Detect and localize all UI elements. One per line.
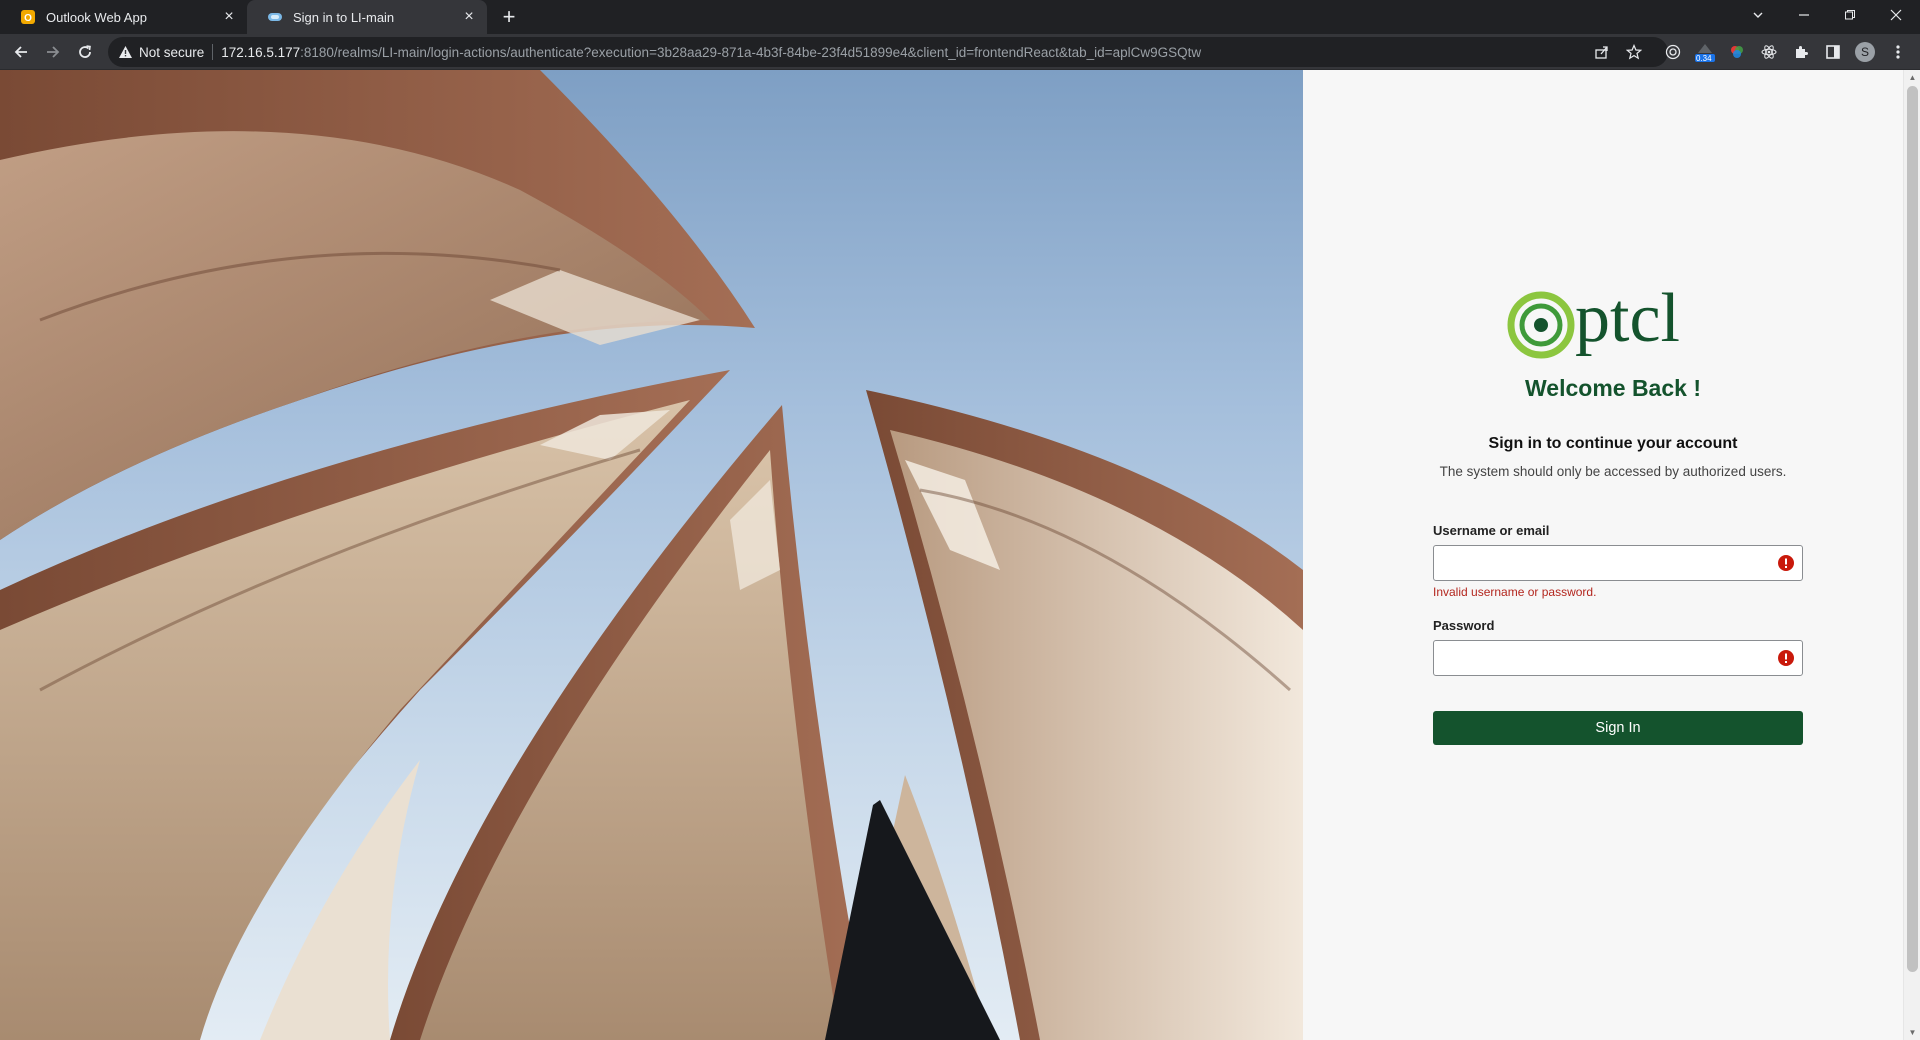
reload-button[interactable] — [73, 40, 97, 64]
outlook-icon: O — [21, 10, 35, 24]
react-devtools-icon[interactable] — [1757, 40, 1781, 64]
page-scrollbar[interactable]: ▲ ▼ — [1903, 70, 1920, 1040]
scroll-up-arrow-icon[interactable]: ▲ — [1908, 73, 1917, 82]
share-icon[interactable] — [1589, 39, 1615, 65]
divider — [212, 44, 214, 60]
url-host: 172.16.5.177 — [221, 44, 301, 60]
new-tab-button[interactable]: + — [497, 6, 521, 30]
restore-button[interactable] — [1827, 0, 1873, 30]
svg-text:O: O — [24, 13, 32, 24]
hero-image — [0, 70, 1303, 1040]
sign-in-subtitle: Sign in to continue your account — [1488, 435, 1738, 452]
error-icon — [1778, 555, 1794, 571]
browser-toolbar: Not secure 172.16.5.177:8180/realms/LI-m… — [0, 34, 1920, 70]
extension-badge-label: 0.34 — [1696, 54, 1712, 63]
forward-button[interactable] — [41, 40, 65, 64]
extensions-puzzle-icon[interactable] — [1789, 40, 1813, 64]
login-panel: ptcl Welcome Back ! Sign in to continue … — [1303, 70, 1903, 1040]
close-tab-icon[interactable]: × — [221, 9, 237, 25]
username-error-message: Invalid username or password. — [1433, 585, 1597, 599]
username-input[interactable] — [1433, 545, 1803, 581]
tab-outlook[interactable]: O Outlook Web App × — [0, 0, 247, 34]
arrow-right-icon — [47, 46, 60, 58]
keycloak-icon — [268, 13, 282, 21]
logo-wordmark: ptcl — [1575, 280, 1680, 357]
color-picker-icon[interactable] — [1725, 40, 1749, 64]
warning-icon[interactable] — [118, 45, 133, 59]
url-path: :8180/realms/LI-main/login-actions/authe… — [300, 44, 1202, 60]
login-page: ptcl Welcome Back ! Sign in to continue … — [0, 70, 1920, 1040]
tab-search-icon[interactable] — [1735, 0, 1781, 30]
welcome-heading: Welcome Back ! — [1525, 375, 1701, 401]
close-tab-icon[interactable]: × — [461, 9, 477, 25]
back-button[interactable] — [9, 40, 33, 64]
scrollbar-thumb[interactable] — [1907, 86, 1918, 972]
minimize-button[interactable] — [1781, 0, 1827, 30]
arrow-left-icon — [14, 46, 27, 58]
avatar: S — [1855, 42, 1875, 62]
profile-avatar[interactable]: S — [1853, 40, 1877, 64]
tab-title: Sign in to LI-main — [293, 9, 395, 25]
authorized-notice: The system should only be accessed by au… — [1439, 464, 1787, 479]
browser-tabstrip: O Outlook Web App × Sign in to LI-main ×… — [0, 0, 1920, 34]
sign-in-button[interactable]: Sign In — [1433, 711, 1803, 745]
ptcl-logo: ptcl — [1503, 275, 1703, 365]
address-bar[interactable]: Not secure 172.16.5.177:8180/realms/LI-m… — [108, 37, 1668, 67]
error-icon — [1778, 650, 1794, 666]
monument-illustration — [0, 70, 1303, 1040]
password-input[interactable] — [1433, 640, 1803, 676]
tab-sign-in[interactable]: Sign in to LI-main × — [247, 0, 487, 34]
username-label: Username or email — [1433, 523, 1550, 538]
scroll-down-arrow-icon[interactable]: ▼ — [1908, 1028, 1917, 1037]
reload-icon — [79, 45, 91, 58]
password-label: Password — [1433, 618, 1495, 633]
extension-target-icon[interactable] — [1661, 40, 1685, 64]
browser-menu-icon[interactable] — [1886, 40, 1910, 64]
bookmark-star-icon[interactable] — [1621, 39, 1647, 65]
security-label[interactable]: Not secure — [139, 45, 204, 60]
side-panel-icon[interactable] — [1821, 40, 1845, 64]
tab-title: Outlook Web App — [46, 9, 147, 25]
close-window-button[interactable] — [1873, 0, 1919, 30]
extension-badge-icon[interactable]: 0.34 — [1693, 40, 1717, 64]
